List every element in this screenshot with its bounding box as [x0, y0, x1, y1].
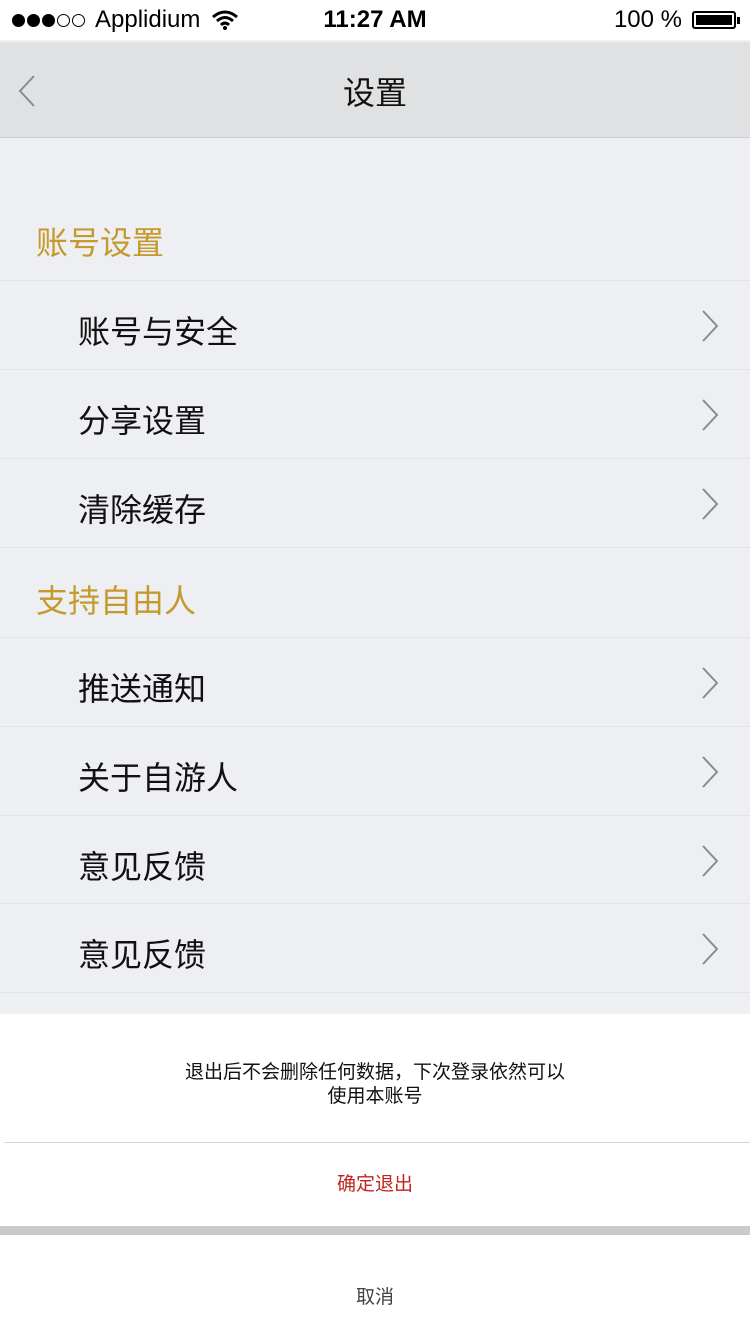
section-header-account: 账号设置	[36, 224, 165, 262]
settings-item-label: 关于自游人	[78, 759, 239, 797]
confirm-logout-button[interactable]: 确定退出	[0, 1143, 750, 1226]
settings-item-feedback-2[interactable]: 意见反馈	[0, 903, 750, 993]
settings-item-push-notifications[interactable]: 推送通知	[0, 637, 750, 725]
logout-message-line1: 退出后不会删除任何数据，下次登录依然可以	[184, 1061, 565, 1083]
chevron-right-icon	[702, 488, 719, 520]
settings-item-label: 推送通知	[78, 670, 207, 708]
settings-item-about[interactable]: 关于自游人	[0, 726, 750, 814]
chevron-right-icon	[702, 399, 719, 431]
settings-item-clear-cache[interactable]: 清除缓存	[0, 458, 750, 546]
chevron-right-icon	[702, 756, 719, 788]
chevron-right-icon	[702, 310, 719, 342]
navigation-bar: 设置	[0, 42, 750, 138]
logout-action-sheet: 退出后不会删除任何数据，下次登录依然可以 使用本账号 确定退出	[0, 1014, 750, 1226]
status-bar: Applidium 11:27 AM 100 %	[0, 0, 750, 40]
section-header-support: 支持自由人	[36, 582, 197, 620]
settings-item-account-security[interactable]: 账号与安全	[0, 280, 750, 368]
battery-fill	[696, 15, 732, 25]
chevron-right-icon	[702, 933, 719, 965]
settings-item-feedback[interactable]: 意见反馈	[0, 815, 750, 903]
action-sheet-separator	[0, 1226, 750, 1235]
settings-item-label: 账号与安全	[78, 313, 239, 351]
status-right: 100 %	[613, 6, 740, 34]
chevron-right-icon	[702, 667, 719, 699]
cancel-button[interactable]: 取消	[0, 1235, 750, 1334]
logout-message: 退出后不会删除任何数据，下次登录依然可以 使用本账号	[0, 1060, 750, 1108]
settings-item-label: 分享设置	[78, 402, 207, 440]
section-header-row: 支持自由人	[0, 547, 750, 637]
logout-message-line2: 使用本账号	[327, 1085, 423, 1107]
settings-item-label: 清除缓存	[78, 491, 207, 529]
chevron-right-icon	[702, 845, 719, 877]
battery-percentage: 100 %	[613, 6, 682, 33]
settings-item-label: 意见反馈	[78, 936, 207, 974]
settings-item-share[interactable]: 分享设置	[0, 369, 750, 457]
settings-item-label: 意见反馈	[78, 848, 207, 886]
page-title: 设置	[342, 74, 407, 112]
battery-icon	[692, 11, 740, 29]
